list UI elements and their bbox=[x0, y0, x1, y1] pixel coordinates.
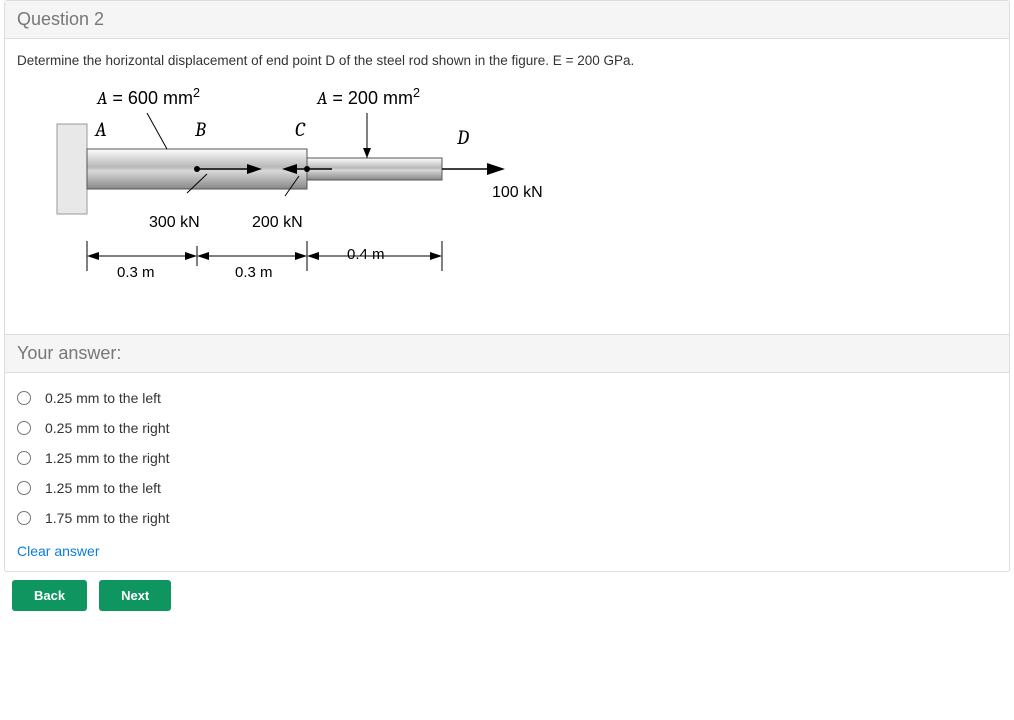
option-1[interactable]: 0.25 mm to the left bbox=[17, 383, 997, 413]
figure: A = 600 mm2 A = 200 mm2 A B C D bbox=[37, 86, 577, 316]
question-title: Question 2 bbox=[17, 9, 104, 29]
answer-header-text: Your answer: bbox=[17, 343, 121, 363]
dim-label-3: 0.4 m bbox=[347, 246, 385, 263]
option-label-2: 0.25 mm to the right bbox=[45, 420, 170, 436]
options-list: 0.25 mm to the left 0.25 mm to the right… bbox=[5, 373, 1009, 539]
option-radio-5[interactable] bbox=[17, 511, 31, 525]
question-prompt: Determine the horizontal displacement of… bbox=[17, 53, 997, 68]
option-4[interactable]: 1.25 mm to the left bbox=[17, 473, 997, 503]
option-label-4: 1.25 mm to the left bbox=[45, 480, 161, 496]
question-card: Question 2 Determine the horizontal disp… bbox=[4, 0, 1010, 572]
option-label-3: 1.25 mm to the right bbox=[45, 450, 170, 466]
force-label-100: 100 kN bbox=[492, 184, 543, 202]
option-radio-3[interactable] bbox=[17, 451, 31, 465]
force-label-300: 300 kN bbox=[149, 214, 200, 232]
option-label-1: 0.25 mm to the left bbox=[45, 390, 161, 406]
dim-label-2: 0.3 m bbox=[235, 264, 273, 281]
option-radio-4[interactable] bbox=[17, 481, 31, 495]
option-2[interactable]: 0.25 mm to the right bbox=[17, 413, 997, 443]
answer-header: Your answer: bbox=[5, 334, 1009, 373]
dim-label-1: 0.3 m bbox=[117, 264, 155, 281]
option-5[interactable]: 1.75 mm to the right bbox=[17, 503, 997, 533]
force-label-200: 200 kN bbox=[252, 214, 303, 232]
option-label-5: 1.75 mm to the right bbox=[45, 510, 170, 526]
next-button[interactable]: Next bbox=[99, 580, 171, 611]
question-header: Question 2 bbox=[5, 1, 1009, 39]
option-radio-1[interactable] bbox=[17, 391, 31, 405]
back-button[interactable]: Back bbox=[12, 580, 87, 611]
clear-answer-link[interactable]: Clear answer bbox=[5, 539, 1009, 571]
nav-buttons: Back Next bbox=[0, 572, 1014, 615]
option-radio-2[interactable] bbox=[17, 421, 31, 435]
question-body: Determine the horizontal displacement of… bbox=[5, 39, 1009, 334]
option-3[interactable]: 1.25 mm to the right bbox=[17, 443, 997, 473]
